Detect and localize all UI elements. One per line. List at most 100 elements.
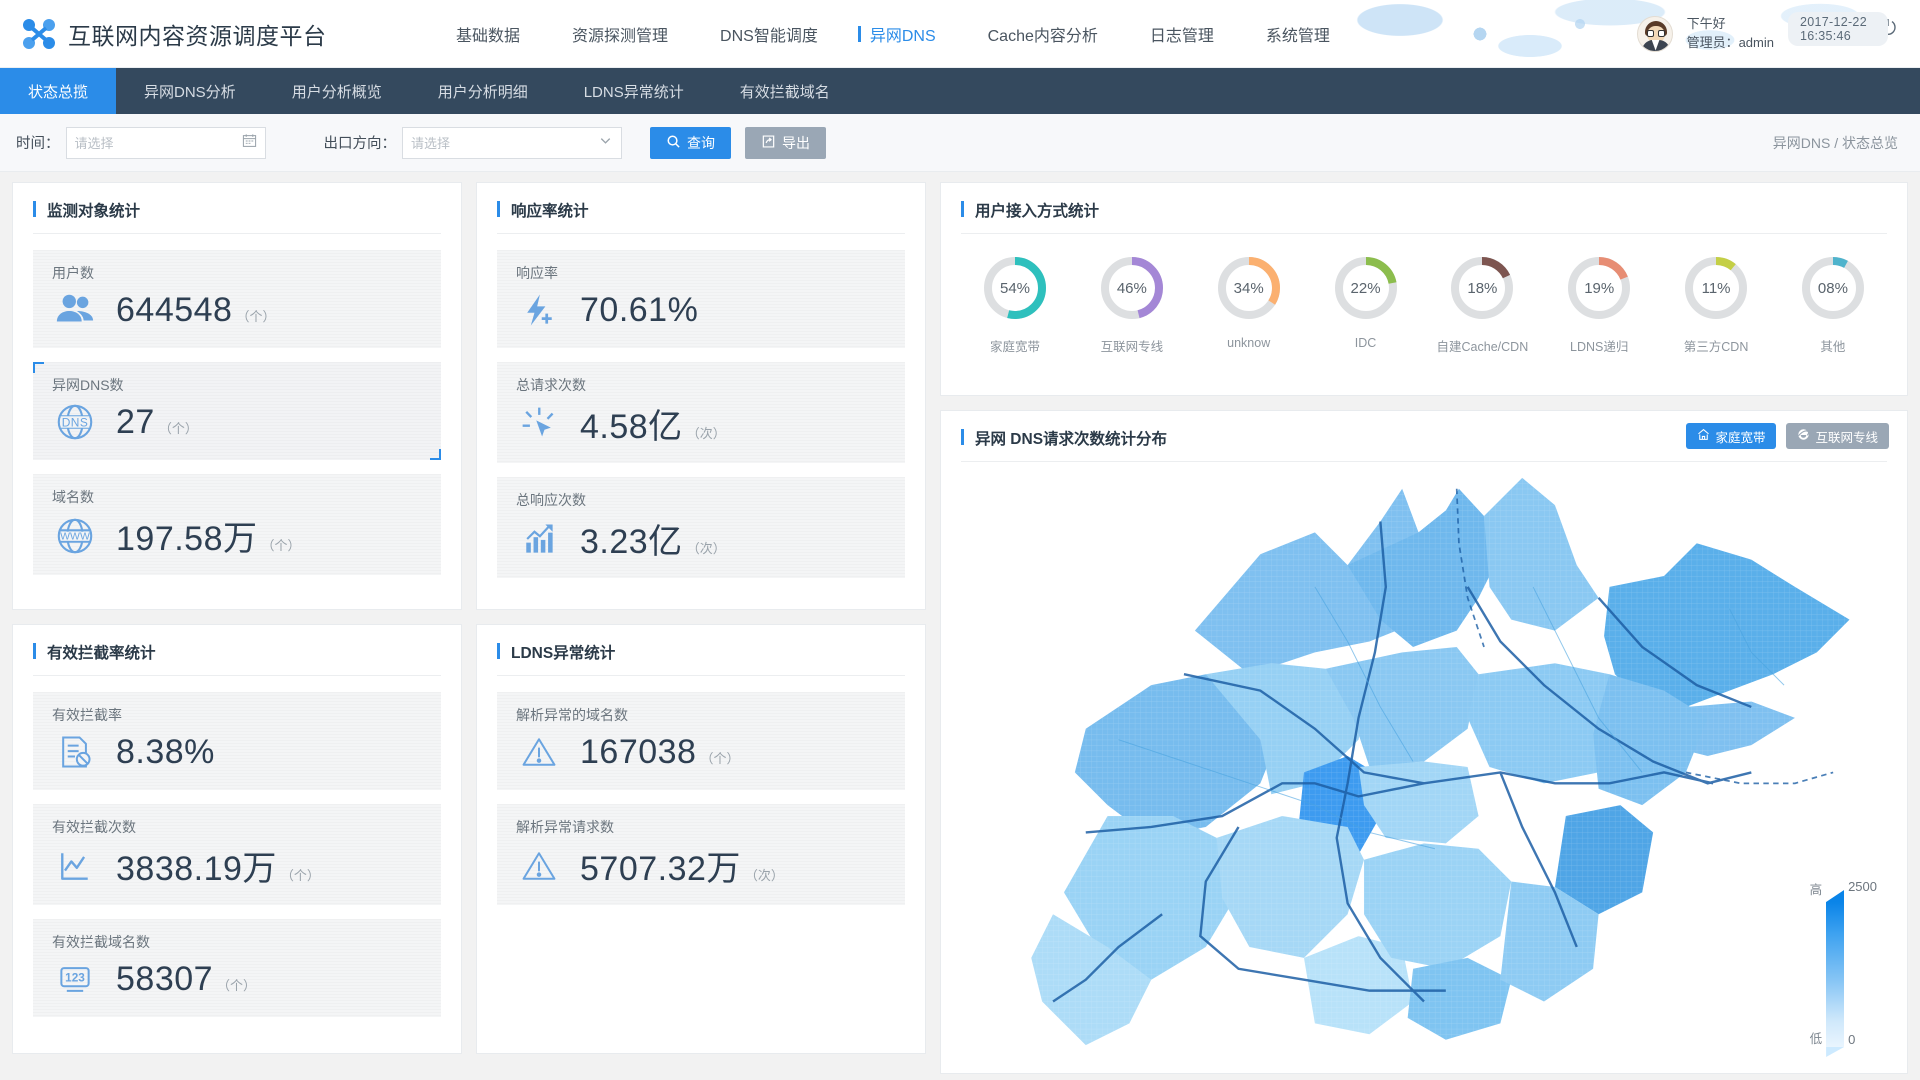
donut-ring: 08% xyxy=(1799,254,1867,322)
legend-high-label: 高 xyxy=(1809,883,1823,897)
card-response-stats: 响应率统计 响应率 70.61% 总请求次数 4.58亿 （次） 总响应次数 3… xyxy=(476,182,926,610)
donut-ring: 22% xyxy=(1332,254,1400,322)
app-header: 互联网内容资源调度平台 基础数据 资源探测管理 DNS智能调度 异网DNS Ca… xyxy=(0,0,1920,68)
donut-label: 其他 xyxy=(1820,340,1846,354)
stat-value: 70.61% xyxy=(580,290,699,329)
nav-item-6[interactable]: 系统管理 xyxy=(1240,22,1356,46)
donut-percent: 08% xyxy=(1817,279,1848,297)
user-role-text: 管理员：admin xyxy=(1686,34,1774,50)
stat-total-requests[interactable]: 总请求次数 4.58亿 （次） xyxy=(497,362,905,463)
stat-unit: （次） xyxy=(686,426,726,441)
stat-label: 响应率 xyxy=(516,265,558,281)
donut-percent: 18% xyxy=(1467,279,1498,297)
map-button-internet-line[interactable]: 互联网专线 xyxy=(1786,423,1889,449)
stat-label: 有效拦截率 xyxy=(52,707,122,723)
donut-percent: 46% xyxy=(1116,279,1147,297)
time-input[interactable]: 请选择 xyxy=(65,126,266,159)
tab-intercept-domains[interactable]: 有效拦截域名 xyxy=(712,68,858,114)
stat-label: 有效拦截次数 xyxy=(52,819,136,835)
stat-intercept-rate[interactable]: 有效拦截率 8.38% xyxy=(33,692,441,790)
stat-value: 3838.19万 xyxy=(116,850,277,888)
stat-unit: （个） xyxy=(217,977,257,993)
svg-text:DNS: DNS xyxy=(62,415,89,429)
nav-item-3[interactable]: 异网DNS xyxy=(844,22,962,46)
donut-6[interactable]: 11% 第三方CDN xyxy=(1668,254,1764,355)
chevron-down-icon[interactable] xyxy=(598,133,613,153)
map-button-label: 家庭宽带 xyxy=(1715,430,1766,445)
tab-user-overview[interactable]: 用户分析概览 xyxy=(264,68,410,114)
stat-label: 解析异常请求数 xyxy=(516,819,614,835)
number-123-icon: 123 xyxy=(52,956,98,1002)
stat-response-rate[interactable]: 响应率 70.61% xyxy=(497,250,905,348)
app-title: 互联网内容资源调度平台 xyxy=(68,22,327,49)
stat-domain-count[interactable]: 域名数 WWW 197.58万 （个） xyxy=(33,474,441,575)
stat-label: 总响应次数 xyxy=(516,492,586,508)
legend-max-value: 2500 xyxy=(1848,879,1877,894)
logo-area[interactable]: 互联网内容资源调度平台 xyxy=(0,17,430,51)
donut-percent: 19% xyxy=(1584,279,1615,297)
stat-intercept-domains[interactable]: 有效拦截域名数 123 58307 （个） xyxy=(33,919,441,1017)
stat-value: 167038 xyxy=(580,732,697,771)
stat-intercept-count[interactable]: 有效拦截次数 3838.19万 （个） xyxy=(33,804,441,905)
donut-ring: 19% xyxy=(1565,254,1633,322)
donut-2[interactable]: 34% unknow xyxy=(1201,254,1297,355)
nav-item-0[interactable]: 基础数据 xyxy=(430,22,546,46)
dns-globe-icon: DNS xyxy=(52,399,98,445)
stat-value: 5707.32万 xyxy=(580,850,741,888)
map-button-label: 互联网专线 xyxy=(1815,430,1878,445)
export-icon xyxy=(761,134,776,152)
stat-dns-count[interactable]: 异网DNS数 DNS 27 （个） xyxy=(33,362,441,460)
stat-value: 8.38% xyxy=(116,732,215,771)
card-ldns-stats: LDNS异常统计 解析异常的域名数 167038 （个） 解析异常请求数 570… xyxy=(476,624,926,1054)
stat-value: 4.58亿 xyxy=(580,408,683,446)
donut-3[interactable]: 22% IDC xyxy=(1318,254,1414,355)
map-svg xyxy=(1031,477,1850,1046)
breadcrumb: 异网DNS / 状态总览 xyxy=(1772,134,1898,151)
stat-label: 有效拦截域名数 xyxy=(52,934,150,950)
donut-label: 家庭宽带 xyxy=(989,340,1040,354)
tab-status-overview[interactable]: 状态总揽 xyxy=(0,68,117,114)
stat-label: 解析异常的域名数 xyxy=(516,707,628,723)
donut-4[interactable]: 18% 自建Cache/CDN xyxy=(1434,254,1530,355)
nav-item-4[interactable]: Cache内容分析 xyxy=(962,22,1124,46)
tab-user-detail[interactable]: 用户分析明细 xyxy=(410,68,556,114)
avatar[interactable] xyxy=(1636,15,1673,52)
donut-ring: 18% xyxy=(1448,254,1516,322)
query-button[interactable]: 查询 xyxy=(650,126,731,159)
nav-item-1[interactable]: 资源探测管理 xyxy=(546,22,694,46)
dashboard-content: 监测对象统计 用户数 644548 （个） 异网DNS数 DNS 27 （个） … xyxy=(0,172,1920,1074)
nav-item-2[interactable]: DNS智能调度 xyxy=(694,22,844,46)
users-icon xyxy=(52,287,98,333)
nav-item-5[interactable]: 日志管理 xyxy=(1124,22,1240,46)
warning-triangle-icon xyxy=(516,729,562,775)
donut-percent: 22% xyxy=(1350,279,1381,297)
direction-select[interactable]: 请选择 xyxy=(402,126,622,159)
donut-7[interactable]: 08% 其他 xyxy=(1785,254,1881,355)
card-title-response: 响应率统计 xyxy=(511,203,589,220)
column-left: 监测对象统计 用户数 644548 （个） 异网DNS数 DNS 27 （个） … xyxy=(12,182,462,1074)
donut-label: LDNS递归 xyxy=(1570,340,1629,354)
donut-0[interactable]: 54% 家庭宽带 xyxy=(967,254,1063,355)
stat-abnormal-requests[interactable]: 解析异常请求数 5707.32万 （次） xyxy=(497,804,905,905)
export-button[interactable]: 导出 xyxy=(745,126,826,159)
tab-dns-analysis[interactable]: 异网DNS分析 xyxy=(116,68,264,114)
tab-ldns-exception[interactable]: LDNS异常统计 xyxy=(556,68,712,114)
card-title-monitor: 监测对象统计 xyxy=(47,203,141,220)
svg-text:WWW: WWW xyxy=(60,530,90,542)
calendar-icon[interactable] xyxy=(242,133,257,153)
shandong-choropleth-map[interactable]: 高 低 2500 0 xyxy=(941,462,1907,1073)
warning-triangle-icon xyxy=(516,843,562,889)
donut-5[interactable]: 19% LDNS递归 xyxy=(1551,254,1647,355)
map-button-home-broadband[interactable]: 家庭宽带 xyxy=(1686,423,1777,449)
greeting-block: 下午好 管理员：admin xyxy=(1687,15,1774,53)
lightning-plus-icon xyxy=(516,287,562,333)
main-nav: 基础数据 资源探测管理 DNS智能调度 异网DNS Cache内容分析 日志管理… xyxy=(430,22,1637,46)
donut-1[interactable]: 46% 互联网专线 xyxy=(1084,254,1180,355)
stat-user-count[interactable]: 用户数 644548 （个） xyxy=(33,250,441,348)
direction-filter-label: 出口方向： xyxy=(323,136,397,152)
map-legend: 高 低 2500 0 xyxy=(1810,879,1877,1047)
stat-total-responses[interactable]: 总响应次数 3.23亿 （次） xyxy=(497,477,905,578)
bar-chart-up-icon xyxy=(516,516,562,562)
stat-abnormal-domains[interactable]: 解析异常的域名数 167038 （个） xyxy=(497,692,905,790)
donut-label: unknow xyxy=(1227,336,1271,350)
